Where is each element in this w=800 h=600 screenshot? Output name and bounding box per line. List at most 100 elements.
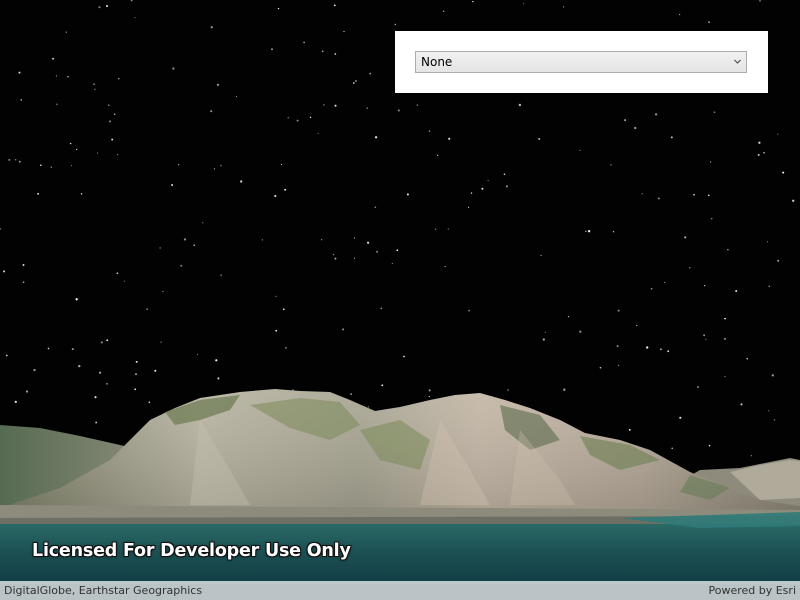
- star: [94, 88, 96, 91]
- star: [746, 357, 748, 360]
- control-panel: None: [395, 31, 768, 93]
- star: [309, 116, 312, 119]
- star: [391, 263, 393, 265]
- star: [320, 238, 323, 241]
- star: [617, 309, 620, 312]
- star: [282, 308, 285, 311]
- powered-by-esri-link[interactable]: Powered by Esri: [708, 581, 796, 600]
- star: [220, 274, 222, 276]
- star: [75, 148, 78, 151]
- star: [758, 141, 761, 144]
- star: [654, 113, 658, 116]
- star: [367, 406, 369, 408]
- star: [442, 10, 445, 13]
- star: [374, 206, 377, 208]
- star: [323, 104, 325, 106]
- star: [183, 238, 187, 241]
- star: [740, 403, 743, 406]
- star: [579, 149, 581, 151]
- star: [768, 285, 771, 288]
- star: [193, 244, 196, 247]
- star: [113, 113, 116, 116]
- star: [505, 185, 508, 188]
- star: [105, 4, 109, 8]
- star: [416, 104, 418, 106]
- star: [693, 193, 695, 196]
- star: [3, 270, 6, 273]
- star: [100, 341, 103, 344]
- star: [25, 390, 29, 393]
- star: [434, 228, 437, 230]
- star: [428, 389, 431, 392]
- star: [369, 72, 372, 75]
- scene-view[interactable]: None Licensed For Developer Use Only Dig…: [0, 0, 800, 600]
- star: [0, 228, 1, 230]
- star: [172, 67, 175, 70]
- star: [667, 350, 670, 353]
- star: [709, 161, 712, 163]
- star: [118, 78, 120, 80]
- star: [735, 289, 738, 293]
- star: [540, 254, 542, 257]
- star: [771, 374, 774, 377]
- star: [579, 330, 582, 333]
- star: [285, 346, 287, 349]
- dropdown-selected-value: None: [421, 55, 453, 69]
- star: [585, 230, 587, 232]
- star: [376, 250, 379, 253]
- star: [782, 171, 785, 174]
- star: [757, 153, 760, 156]
- star: [670, 136, 673, 139]
- star: [350, 393, 352, 395]
- star: [111, 138, 114, 141]
- star: [109, 120, 111, 123]
- star: [710, 217, 713, 220]
- star: [18, 71, 21, 74]
- star: [180, 264, 183, 267]
- star: [380, 307, 383, 310]
- star: [240, 180, 243, 183]
- star: [275, 329, 278, 332]
- star: [107, 104, 110, 107]
- star: [447, 228, 449, 230]
- star: [671, 447, 673, 450]
- star: [117, 154, 119, 156]
- star: [69, 142, 72, 145]
- star: [20, 99, 22, 101]
- star: [321, 50, 324, 53]
- star: [470, 192, 473, 194]
- star: [334, 257, 337, 260]
- star: [641, 193, 643, 195]
- star: [563, 388, 566, 391]
- star: [397, 109, 400, 112]
- star: [135, 360, 138, 363]
- star: [134, 388, 137, 391]
- star: [777, 133, 779, 135]
- layer-dropdown[interactable]: None: [415, 51, 747, 73]
- star: [5, 354, 8, 357]
- star: [332, 253, 335, 256]
- star: [162, 290, 164, 293]
- star: [610, 164, 612, 166]
- star: [481, 187, 484, 190]
- star: [750, 455, 752, 457]
- star: [707, 194, 710, 197]
- star: [343, 31, 345, 33]
- star: [342, 328, 345, 331]
- star: [75, 298, 78, 301]
- star: [587, 230, 591, 233]
- star: [636, 324, 638, 327]
- star: [538, 137, 541, 141]
- star: [763, 151, 765, 154]
- star: [544, 331, 546, 333]
- star: [563, 6, 565, 8]
- star: [468, 309, 470, 312]
- star: [708, 444, 711, 447]
- star: [97, 152, 99, 154]
- star: [67, 75, 69, 78]
- star: [52, 57, 55, 60]
- star: [542, 338, 545, 341]
- star: [287, 117, 289, 119]
- star: [352, 82, 355, 84]
- star: [22, 281, 25, 284]
